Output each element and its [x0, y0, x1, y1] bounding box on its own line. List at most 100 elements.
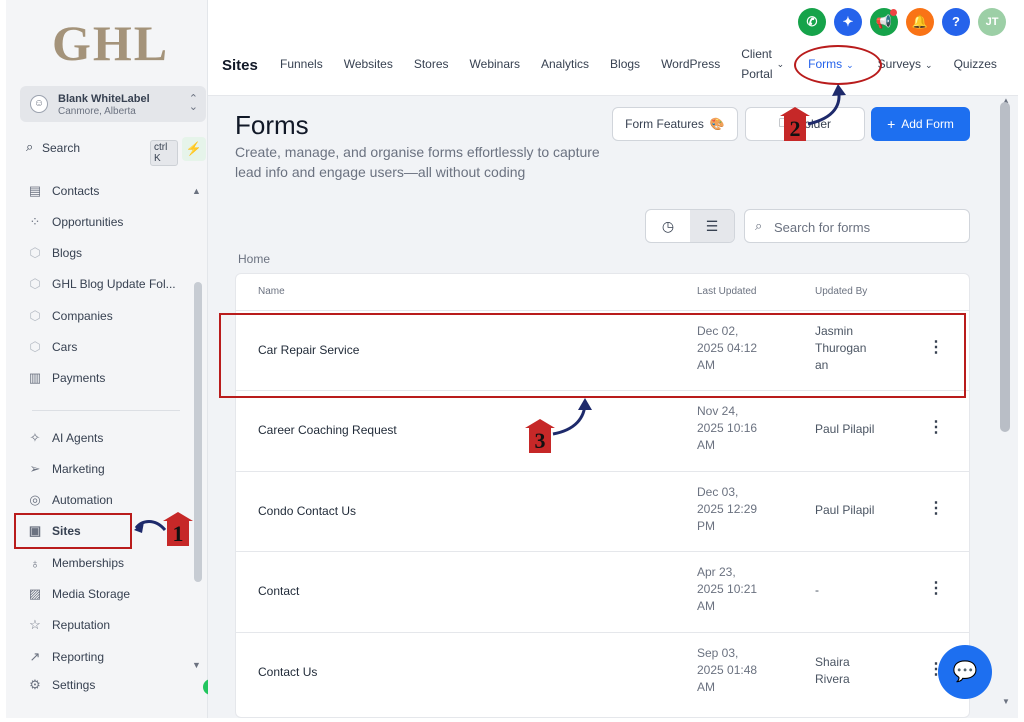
avatar[interactable]: JT [978, 8, 1006, 36]
table-row[interactable]: Condo Contact Us Dec 03, 2025 12:29 PM Pau… [236, 471, 969, 551]
ghl-logo[interactable]: GHL [52, 14, 169, 72]
sidebar-search[interactable]: ⌕ Search ctrl K [20, 136, 178, 166]
recent-clock-icon[interactable]: ◷ [646, 210, 690, 242]
last-updated: Nov 24, 2025 10:16 AM [697, 404, 758, 452]
more-options-icon[interactable]: ⋮ [928, 417, 944, 437]
scroll-up-arrow-icon[interactable]: ▲ [192, 186, 201, 196]
megaphone-icon[interactable]: 📢 [870, 8, 898, 36]
tab-websites[interactable]: Websites [344, 57, 393, 71]
form-name[interactable]: Condo Contact Us [258, 504, 356, 518]
more-options-icon[interactable]: ⋮ [928, 578, 944, 598]
sidebar-item-blogs[interactable]: ⬡ Blogs [24, 241, 82, 265]
form-features-button[interactable]: Form Features 🎨 [612, 107, 738, 141]
chat-widget-button[interactable]: 💬 [938, 645, 992, 699]
table-row[interactable]: Contact Apr 23, 2025 10:21 AM - ⋮ [236, 551, 969, 631]
automation-icon: ◎ [29, 492, 41, 507]
annotation-marker-3: 3 [525, 419, 555, 453]
tab-quizzes[interactable]: Quizzes [954, 57, 997, 71]
scroll-down-arrow-icon[interactable]: ▼ [1002, 697, 1010, 706]
sidebar-item-ghl-blog-update[interactable]: ⬡ GHL Blog Update Fol... [24, 272, 176, 296]
sidebar-item-label: Blogs [52, 246, 83, 260]
sidebar-item-label: GHL Blog Update Fol... [52, 277, 176, 291]
tab-webinars[interactable]: Webinars [470, 57, 520, 71]
tab-client-portal[interactable]: Client Portal ⌄ [741, 44, 784, 84]
sidebar-item-automation[interactable]: ◎ Automation [24, 488, 113, 512]
quick-action-bolt-icon[interactable]: ⚡ [182, 137, 206, 161]
sidebar-item-memberships[interactable]: ♁ Memberships [24, 551, 124, 575]
table-row[interactable]: Contact Us Sep 03, 2025 01:48 AM Shaira Riv… [236, 632, 969, 712]
section-title: Sites [222, 57, 258, 74]
sidebar-item-label: Cars [52, 340, 78, 354]
tab-wordpress[interactable]: WordPress [661, 57, 720, 71]
sidebar-item-companies[interactable]: ⬡ Companies [24, 304, 112, 328]
list-view-icon[interactable]: ☰ [690, 210, 734, 242]
sidebar-item-label: Automation [52, 493, 113, 507]
table-row[interactable]: Career Coaching Request Nov 24, 2025 10:1… [236, 390, 969, 470]
bell-icon[interactable]: 🔔 [906, 8, 934, 36]
account-switcher[interactable]: ☺ Blank WhiteLabel Canmore, Alberta ⌃ ⌄ [20, 86, 206, 122]
column-name[interactable]: Name [258, 286, 285, 297]
page-title: Forms [235, 110, 309, 140]
sidebar-item-contacts[interactable]: ▤ Contacts [24, 179, 100, 203]
sidebar-item-label: Memberships [52, 556, 125, 570]
sidebar-item-payments[interactable]: ▥ Payments [24, 366, 106, 390]
page-subtitle: Create, manage, and organise forms effor… [235, 144, 600, 180]
sites-tabs: Funnels Websites Stores Webinars Analyti… [280, 44, 997, 84]
sidebar-divider [32, 410, 180, 411]
button-label: Add Form [901, 117, 954, 131]
annotation-marker-1: 1 [163, 512, 193, 546]
sidebar-item-label: Reporting [52, 650, 105, 664]
badge-icon: ♁ [30, 555, 40, 571]
annotation-marker-2: 2 [780, 107, 810, 141]
sidebar-item-label: Reputation [52, 618, 111, 632]
cube-icon: ⬡ [29, 245, 41, 260]
tab-analytics[interactable]: Analytics [541, 57, 589, 71]
add-form-button[interactable]: + Add Form [871, 107, 970, 141]
column-last-updated[interactable]: Last Updated [697, 286, 757, 297]
send-icon: ➢ [29, 461, 41, 476]
scroll-down-arrow-icon[interactable]: ▼ [192, 660, 201, 670]
tab-stores[interactable]: Stores [414, 57, 449, 71]
search-icon: ⌕ [26, 139, 34, 154]
tab-label-line: Portal [741, 67, 773, 81]
form-name[interactable]: Career Coaching Request [258, 423, 397, 437]
last-updated: Dec 03, 2025 12:29 PM [697, 485, 758, 533]
chevron-down-icon: ⌄ [925, 60, 933, 70]
cube-icon: ⬡ [29, 339, 41, 354]
breadcrumb[interactable]: Home [238, 252, 270, 266]
sidebar-item-cars[interactable]: ⬡ Cars [24, 335, 77, 359]
sidebar-item-label: AI Agents [52, 431, 104, 445]
header-icon-group: ✆ ✦ 📢 🔔 ? JT [798, 8, 1006, 36]
tab-surveys[interactable]: Surveys ⌄ [878, 57, 933, 71]
phone-icon[interactable]: ✆ [798, 8, 826, 36]
tab-blogs[interactable]: Blogs [610, 57, 640, 71]
main-scrollbar[interactable] [1000, 102, 1010, 432]
sidebar-item-media-storage[interactable]: ▨ Media Storage [24, 582, 130, 606]
sidebar-item-label: Settings [52, 678, 96, 692]
sidebar-item-settings[interactable]: ⚙ Settings [24, 673, 95, 697]
table-header: Name Last Updated Updated By [236, 274, 969, 310]
more-options-icon[interactable]: ⋮ [928, 498, 944, 518]
column-updated-by[interactable]: Updated By [815, 286, 867, 297]
help-icon[interactable]: ? [942, 8, 970, 36]
sidebar-item-label: Marketing [52, 462, 105, 476]
form-name[interactable]: Contact [258, 584, 299, 598]
gear-icon: ⚙ [29, 677, 41, 692]
tab-funnels[interactable]: Funnels [280, 57, 323, 71]
last-updated: Apr 23, 2025 10:21 AM [697, 565, 758, 613]
plus-icon: + [887, 116, 896, 132]
opportunities-icon: ⁘ [29, 214, 41, 229]
updated-by: Paul Pilapil [815, 422, 875, 436]
ai-sparkle-icon[interactable]: ✦ [834, 8, 862, 36]
sidebar-item-ai-agents[interactable]: ✧ AI Agents [24, 426, 104, 450]
account-name: Blank WhiteLabel [58, 93, 150, 105]
sidebar-item-reputation[interactable]: ☆ Reputation [24, 613, 110, 637]
sidebar-scrollbar[interactable] [194, 282, 202, 582]
sidebar-item-opportunities[interactable]: ⁘ Opportunities [24, 210, 124, 234]
tab-label-line: Client [741, 47, 772, 61]
search-forms-input[interactable]: ⌕ Search for forms [744, 209, 970, 243]
sidebar-item-marketing[interactable]: ➢ Marketing [24, 457, 105, 481]
cube-icon: ⬡ [29, 308, 41, 323]
form-name[interactable]: Contact Us [258, 665, 317, 679]
sidebar-item-reporting[interactable]: ↗ Reporting [24, 645, 104, 669]
